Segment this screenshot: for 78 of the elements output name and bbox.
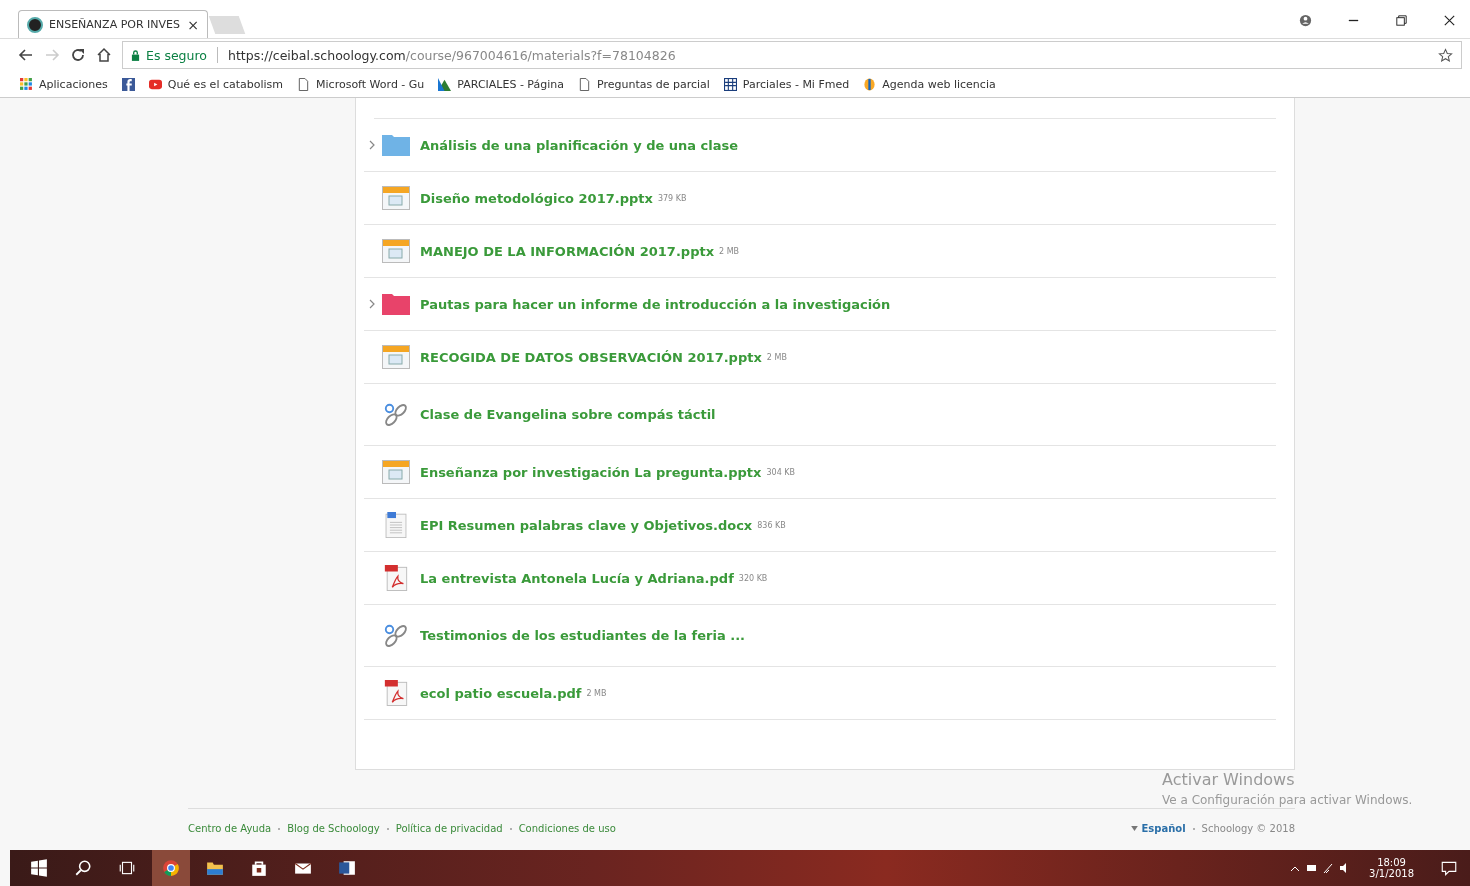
table-icon [723,77,737,91]
clock[interactable]: 18:09 3/1/2018 [1369,857,1414,879]
lock-icon [131,49,140,61]
file-size: 379 KB [657,193,687,203]
file-size: 836 KB [757,520,786,530]
page-icon [578,77,591,91]
file-size: 320 KB [738,573,768,583]
task-view-icon[interactable] [118,859,136,877]
search-icon[interactable] [74,859,92,877]
browser-tab[interactable]: ENSEÑANZA POR INVES × [18,10,208,38]
activation-notice-hint: Ve a Configuración para activar Windows. [1162,793,1413,807]
document-file-icon [382,512,410,538]
language-selector[interactable]: Español [1141,823,1186,834]
file-size: 304 KB [766,467,795,477]
expand-chevron-icon[interactable] [369,140,375,150]
footer-link[interactable]: Condiciones de uso [518,823,616,834]
home-icon[interactable] [96,47,112,63]
play-icon [148,77,162,91]
presentation-file-icon [382,459,410,485]
word-app-icon[interactable] [338,859,356,877]
activation-notice-title: Activar Windows [1162,770,1296,789]
copyright-text: Schoology © 2018 [1201,823,1295,834]
material-link[interactable]: Testimonios de los estudiantes de la feria ... [420,628,745,643]
material-link[interactable]: Enseñanza por investigación La pregunta.pptx [420,464,762,480]
address-bar[interactable]: Es seguro https://ceibal.schoology.com/course/967004616/materials?f=78104826 [122,41,1462,69]
material-link[interactable]: Diseño metodológico 2017.pptx [420,190,653,206]
file-size: 2 MB [766,352,787,362]
material-link[interactable]: Pautas para hacer un informe de introducción a la investigación [420,296,891,312]
close-icon[interactable] [1442,13,1457,28]
shopping-bag-icon[interactable] [250,859,268,877]
security-label: Es seguro [146,47,207,63]
bookmark-item[interactable]: Aplicaciones [20,77,108,91]
footer-link[interactable]: Centro de Ayuda [188,823,272,834]
footer-link[interactable]: Política de privacidad [395,823,503,834]
pdf-file-icon [382,680,410,706]
presentation-file-icon [382,344,410,370]
bookmark-item[interactable]: Microsoft Word - Gu [297,77,425,91]
presentation-file-icon [382,185,410,211]
site-icon [27,16,43,33]
windows-start-icon[interactable] [30,859,48,877]
material-link[interactable]: Clase de Evangelina sobre compás táctil [420,407,716,422]
bookmark-item[interactable]: Parciales - Mi Fmed [723,77,850,91]
file-size: 2 MB [719,246,740,256]
globe-icon [863,77,877,91]
bookmark-item[interactable]: Preguntas de parcial [578,77,710,91]
bookmark-item[interactable] [121,77,135,91]
material-link[interactable]: La entrevista Antonela Lucía y Adriana.pdf [420,570,734,586]
tab-title: ENSEÑANZA POR INVES [49,18,181,31]
url-text: https://ceibal.schoology.com/course/967004616/materials?f=78104826 [227,47,676,63]
caret-icon [1130,826,1138,831]
material-link[interactable]: Análisis de una planificación y de una clase [420,137,739,153]
footer-link[interactable]: Blog de Schoology [287,823,380,834]
expand-chevron-icon[interactable] [369,299,375,309]
apps-grid-icon [20,77,33,91]
notification-icon[interactable] [1440,859,1458,877]
material-link[interactable]: EPI Resumen palabras clave y Objetivos.docx [420,517,753,533]
material-link[interactable]: MANEJO DE LA INFORMACIÓN 2017.pptx [420,243,715,259]
bookmark-item[interactable]: Qué es el catabolism [148,77,284,91]
restore-icon[interactable] [1394,13,1409,28]
bookmark-item[interactable]: PARCIALES - Página [438,77,564,91]
reload-icon[interactable] [70,47,86,63]
close-tab-button[interactable]: × [187,16,199,33]
facebook-icon [121,77,135,91]
back-icon[interactable] [18,47,34,63]
link-chain-icon [382,401,410,428]
file-size: 2 MB [586,688,607,698]
folder-icon[interactable] [206,859,224,877]
chrome-icon[interactable] [152,850,190,886]
bookmark-item[interactable]: Agenda web licencia [863,77,996,91]
bookmark-star-icon[interactable] [1438,47,1453,63]
pdf-file-icon [382,565,410,591]
chart-icon [438,77,452,91]
material-link[interactable]: ecol patio escuela.pdf [420,685,582,701]
material-link[interactable]: RECOGIDA DE DATOS OBSERVACIÓN 2017.pptx [420,349,762,365]
page-icon [297,77,311,91]
profile-icon[interactable] [1298,13,1313,28]
link-chain-icon [382,622,410,649]
presentation-file-icon [382,238,410,264]
